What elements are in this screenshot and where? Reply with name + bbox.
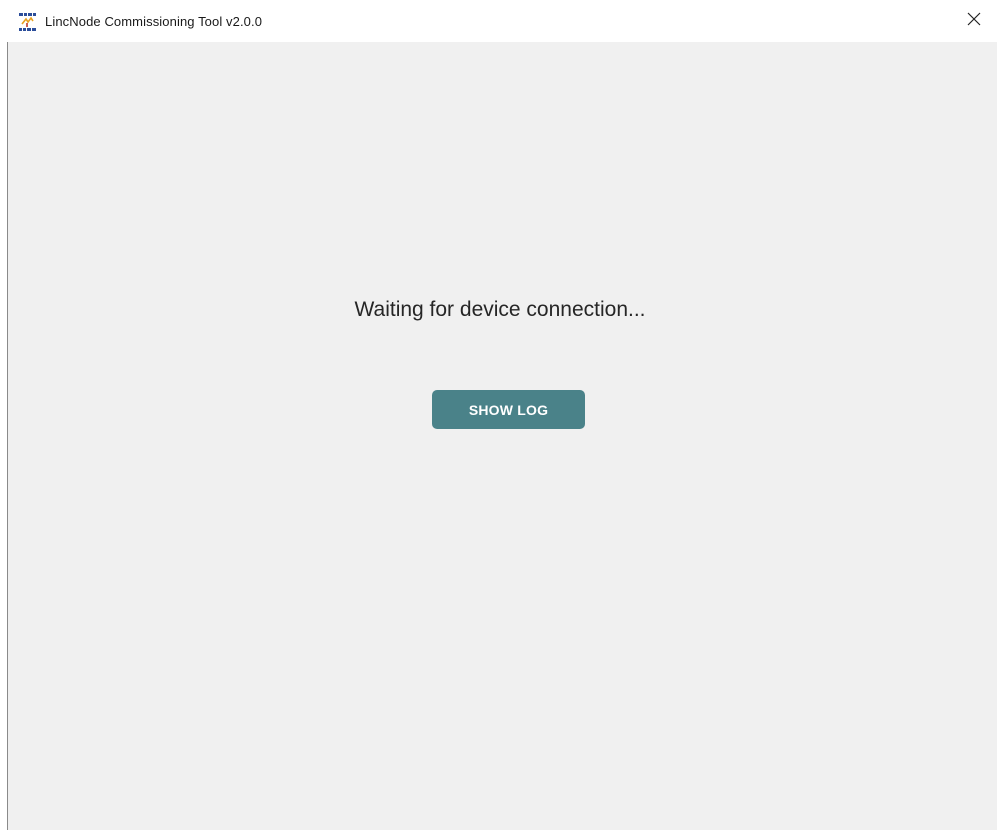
lincnode-logo-icon (18, 12, 37, 33)
show-log-button[interactable]: SHOW LOG (432, 390, 585, 429)
close-button[interactable] (951, 0, 997, 42)
window-title: LincNode Commissioning Tool v2.0.0 (45, 14, 263, 29)
main-content: Waiting for device connection... SHOW LO… (7, 42, 997, 830)
close-icon (967, 12, 981, 31)
app-window: LincNode Commissioning Tool v2.0.0 Waiti… (0, 0, 997, 830)
status-message: Waiting for device connection... (354, 298, 646, 321)
title-bar[interactable]: LincNode Commissioning Tool v2.0.0 (0, 0, 997, 42)
